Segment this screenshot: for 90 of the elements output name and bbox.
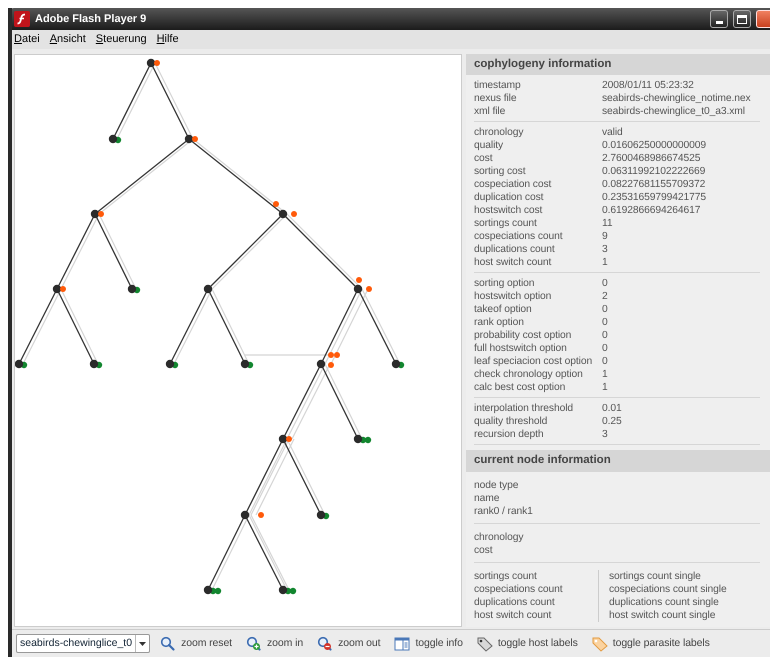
info-label: host switch count single xyxy=(609,608,716,622)
info-label: rank option xyxy=(474,316,525,330)
info-label: rank0 / rank1 xyxy=(474,504,533,518)
info-value: 0 xyxy=(602,342,608,356)
info-label: interpolation threshold xyxy=(474,402,574,416)
info-label: quality threshold xyxy=(474,415,548,428)
info-value: seabirds-chewinglice_t0_a3.xml xyxy=(602,105,745,118)
zoom-in-icon xyxy=(246,636,262,652)
info-value: valid xyxy=(602,126,623,140)
info-value: 0.01 xyxy=(602,402,622,416)
info-value: 0.06311992102222669 xyxy=(602,165,706,178)
window-title: Adobe Flash Player 9 xyxy=(35,12,148,27)
info-label: timestamp xyxy=(474,79,522,92)
info-label: cospeciation cost xyxy=(474,178,552,192)
info-label: duplications count xyxy=(474,243,556,256)
info-value: 0 xyxy=(602,329,608,342)
info-value: 0.01606250000000009 xyxy=(602,139,706,152)
info-label: duplication cost xyxy=(474,191,544,204)
info-value: 0 xyxy=(602,303,608,316)
info-label: duplications count single xyxy=(609,596,720,608)
info-value: 9 xyxy=(602,230,608,244)
info-value: 2.7600468986674525 xyxy=(602,152,700,166)
info-value: 3 xyxy=(602,243,608,256)
info-value: 0.25 xyxy=(602,415,622,428)
info-value: 11 xyxy=(602,217,612,230)
maximize-button[interactable] xyxy=(733,10,751,28)
info-label: sortings count xyxy=(474,217,538,230)
menu-item[interactable]: Hilfe xyxy=(156,31,179,48)
info-label: sortings count single xyxy=(609,570,702,582)
minimize-button[interactable] xyxy=(710,10,728,28)
info-label: hostswitch cost xyxy=(474,204,544,218)
info-label: chronology xyxy=(474,530,524,544)
info-label: cost xyxy=(474,544,492,556)
file-dropdown[interactable]: seabirds-chewinglice_t0 xyxy=(16,634,150,653)
info-value: 0.23531659799421775 xyxy=(602,191,706,204)
info-label: sorting cost xyxy=(474,165,526,178)
caret-icon xyxy=(139,642,146,646)
menu-item[interactable]: Ansicht xyxy=(50,31,86,48)
toolbar-button[interactable]: zoom out xyxy=(317,636,380,652)
menu-item[interactable]: Steuerung xyxy=(96,31,147,48)
info-label: xml file xyxy=(474,105,506,118)
info-value: 0 xyxy=(602,355,608,368)
info-label: recursion depth xyxy=(474,428,544,442)
toolbar-button[interactable]: toggle info xyxy=(394,636,463,652)
info-label: name xyxy=(474,492,500,504)
info-value: 0 xyxy=(602,277,608,290)
info-label: cospeciations count xyxy=(474,230,564,244)
info-label: quality xyxy=(474,139,504,152)
section-header: current node information xyxy=(466,450,770,472)
menu-item[interactable]: Datei xyxy=(14,31,40,48)
tag-icon xyxy=(476,636,493,652)
info-label: host switch count xyxy=(474,608,552,622)
info-label: cospeciations count single xyxy=(609,582,727,596)
info-label: cospeciations count xyxy=(474,582,564,596)
info-label: duplications count xyxy=(474,596,556,608)
tag-icon xyxy=(592,636,608,652)
toolbar-button[interactable]: toggle parasite labels xyxy=(592,636,710,652)
info-value: 0 xyxy=(602,316,608,330)
info-label: check chronology option xyxy=(474,368,584,382)
toolbar-button[interactable]: zoom in xyxy=(246,636,304,652)
info-label: takeof option xyxy=(474,303,533,316)
section-header: cophylogeny information xyxy=(466,54,770,76)
zoom-out-icon xyxy=(317,636,334,652)
info-label: chronology xyxy=(474,126,524,140)
info-value: 0.08227681155709372 xyxy=(602,178,706,192)
info-value: 0.6192866694264617 xyxy=(602,204,700,218)
info-label: full hostswitch option xyxy=(474,342,568,356)
info-value: 1 xyxy=(602,368,608,382)
info-value: 1 xyxy=(602,256,608,270)
toolbar-button[interactable]: toggle host labels xyxy=(476,636,578,652)
info-value: 2 xyxy=(602,290,608,304)
info-label: host switch count xyxy=(474,256,552,270)
close-button[interactable] xyxy=(756,10,770,28)
panel-icon xyxy=(394,636,410,652)
info-value: 2008/01/11 05:23:32 xyxy=(602,79,694,92)
info-label: probability cost option xyxy=(474,329,572,342)
info-label: cost xyxy=(474,152,494,166)
info-label: node type xyxy=(474,478,518,492)
info-label: nexus file xyxy=(474,92,518,106)
info-value: 1 xyxy=(602,381,608,394)
magnifier-icon xyxy=(160,636,176,652)
info-label: calc best cost option xyxy=(474,381,566,394)
info-value: 3 xyxy=(602,428,608,442)
info-label: sortings count xyxy=(474,570,538,582)
info-label: hostswitch option xyxy=(474,290,552,304)
info-label: sorting option xyxy=(474,277,536,290)
info-value: seabirds-chewinglice_notime.nex xyxy=(602,92,751,106)
info-label: leaf speciacion cost option xyxy=(474,355,594,368)
flash-app-icon xyxy=(14,11,30,27)
toolbar-button[interactable]: zoom reset xyxy=(160,636,232,652)
